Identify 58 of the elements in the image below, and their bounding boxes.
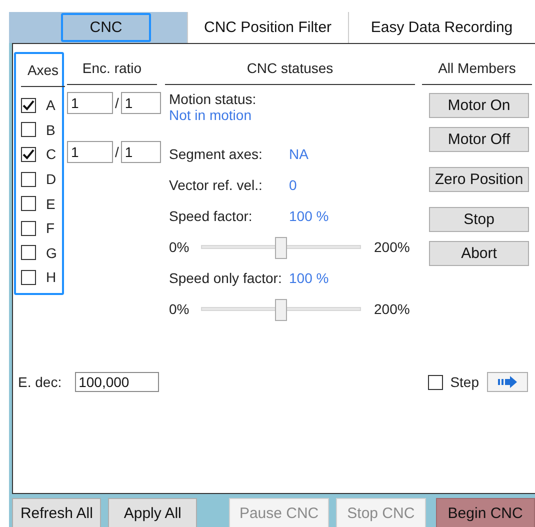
input-field[interactable]: 1: [120, 141, 161, 164]
arrow-button[interactable]: [487, 372, 528, 392]
checkbox[interactable]: [21, 172, 36, 187]
ratio-separator: /: [115, 95, 119, 112]
slider-min-label: 0%: [169, 239, 190, 255]
footer-button[interactable]: Refresh All: [12, 498, 102, 527]
action-button[interactable]: Motor On: [429, 93, 529, 118]
action-button[interactable]: Abort: [429, 241, 529, 266]
column-header: CNC statuses: [165, 52, 415, 85]
slider-min-label: 0%: [169, 301, 190, 317]
checkbox[interactable]: [21, 270, 36, 285]
checkbox-label: Step: [450, 374, 479, 390]
tab[interactable]: CNC Position Filter: [187, 12, 348, 43]
checkbox[interactable]: [21, 122, 36, 138]
slider-max-label: 200%: [374, 239, 410, 255]
axis-label: G: [46, 244, 57, 261]
action-button[interactable]: Stop: [429, 207, 529, 232]
ratio-separator: /: [115, 144, 119, 160]
column-header: All Members: [422, 52, 532, 85]
checkbox[interactable]: [428, 374, 444, 390]
checkbox[interactable]: [21, 146, 36, 162]
input-field[interactable]: 1: [120, 92, 161, 114]
input-field[interactable]: 100,000: [74, 372, 159, 392]
action-button[interactable]: Zero Position: [429, 167, 529, 192]
checkbox[interactable]: [21, 245, 36, 260]
slider-thumb[interactable]: [275, 299, 287, 321]
column-header: Axes: [21, 54, 65, 87]
axis-label: D: [46, 171, 56, 188]
status-value: Not in motion: [169, 107, 252, 123]
slider-max-label: 200%: [374, 301, 410, 317]
slider-thumb[interactable]: [275, 237, 287, 259]
checkbox[interactable]: [21, 98, 36, 113]
footer-button[interactable]: Begin CNC: [436, 498, 535, 527]
axis-label: A: [46, 97, 56, 114]
axis-label: H: [46, 269, 56, 286]
axis-label: E: [46, 196, 56, 212]
status-label: Segment axes:: [169, 146, 264, 162]
checkbox[interactable]: [21, 196, 36, 212]
checkbox[interactable]: [21, 220, 36, 236]
status-value: 100 %: [289, 208, 329, 224]
arrow-right-icon: [498, 376, 518, 388]
status-label: Speed only factor:: [169, 270, 283, 286]
status-value: NA: [289, 146, 308, 162]
column-header: Enc. ratio: [67, 52, 157, 85]
tab[interactable]: CNC: [61, 13, 151, 42]
input-field[interactable]: 1: [67, 141, 113, 164]
input-field[interactable]: 1: [67, 92, 113, 114]
footer-button[interactable]: Apply All: [108, 498, 197, 527]
status-label: Vector ref. vel.:: [169, 177, 264, 193]
field-label: E. dec:: [18, 374, 62, 390]
status-label: Speed factor:: [169, 208, 254, 224]
status-value: 100 %: [289, 270, 329, 286]
axis-label: F: [46, 220, 55, 236]
action-button[interactable]: Motor Off: [429, 127, 529, 152]
status-label: Motion status:: [169, 91, 258, 107]
axis-label: C: [46, 146, 56, 162]
status-value: 0: [289, 177, 297, 193]
axis-label: B: [46, 122, 56, 138]
